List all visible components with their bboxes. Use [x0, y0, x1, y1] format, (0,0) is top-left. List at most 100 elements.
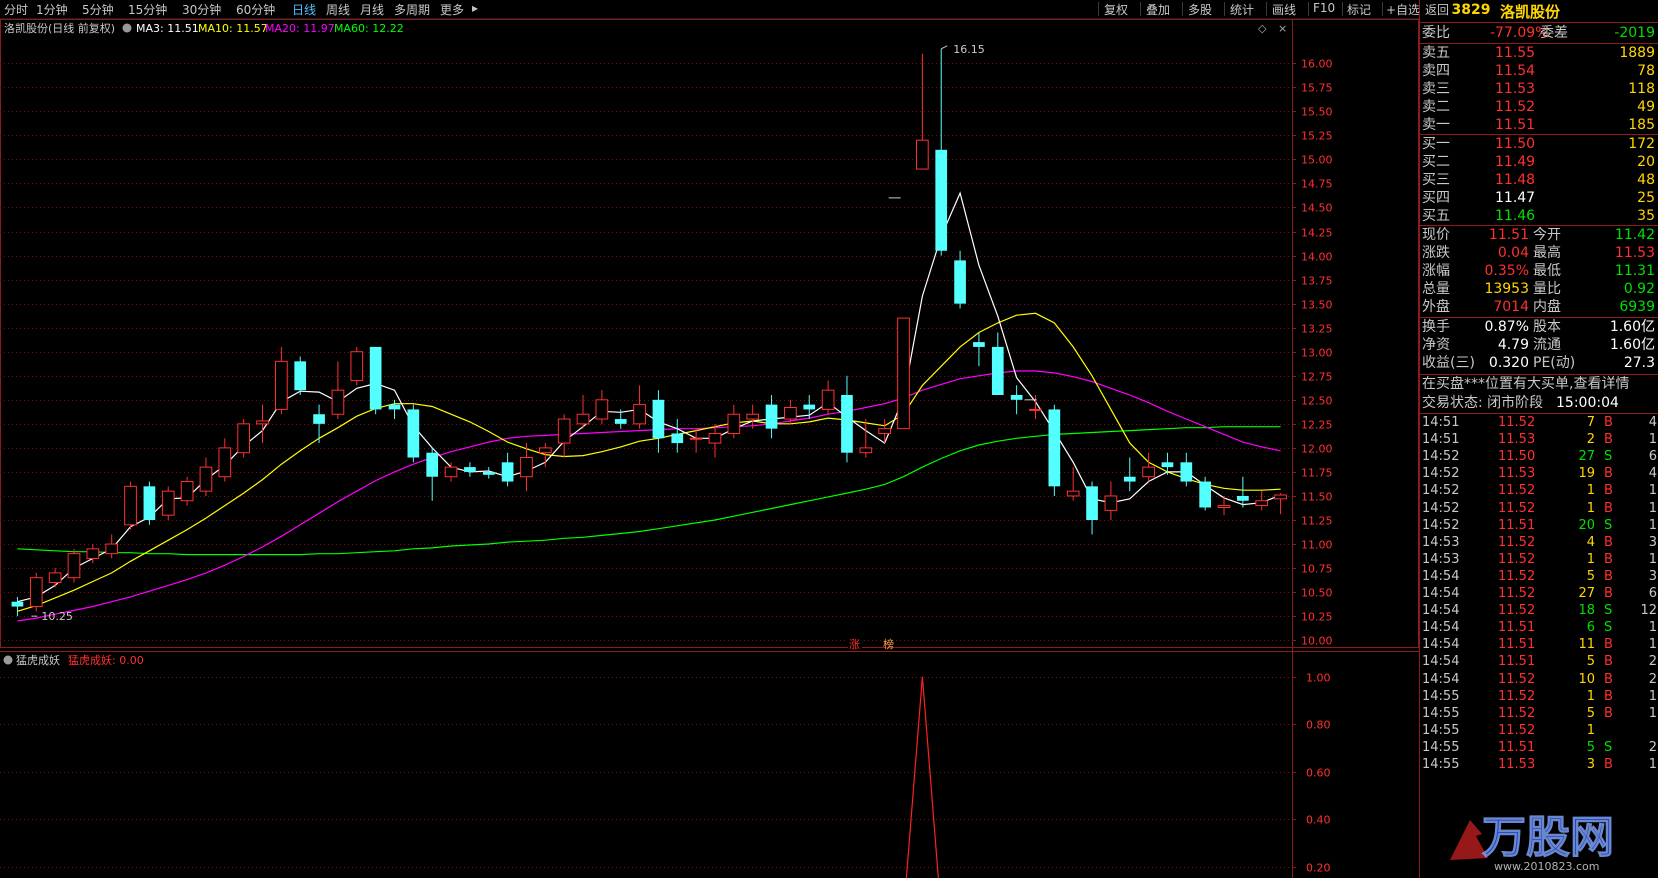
y-tick-label: 11.25	[1301, 515, 1333, 528]
candle-body-up	[1255, 500, 1269, 507]
candle-body-up	[86, 548, 100, 559]
watermark-url: www.2010823.com	[1494, 860, 1599, 873]
mark-button[interactable]: 标记	[1347, 1, 1371, 18]
candle-body-down	[935, 149, 948, 251]
tick-direction: S	[1604, 620, 1613, 636]
level-label: 买二	[1422, 154, 1450, 170]
watermark-text: 万股网	[1482, 812, 1614, 863]
candle-body-up	[350, 351, 364, 382]
period-tab-1min[interactable]: 1分钟	[36, 1, 68, 18]
tick-price: 11.52	[1498, 688, 1536, 704]
tick-row: 14:55 11.52 1	[1420, 722, 1658, 740]
diamond-icon: ◇	[1258, 22, 1267, 35]
candle-body-down	[1010, 395, 1023, 400]
tick-row: 14:52 11.53 19 B 4	[1420, 465, 1658, 483]
stat-value: 6939	[1619, 299, 1655, 315]
stat-value: 13953	[1484, 281, 1529, 297]
candle-body-up	[689, 437, 703, 440]
close-icon: ×	[1278, 22, 1287, 35]
period-tab-30min[interactable]: 30分钟	[182, 1, 221, 18]
y-tick-label: 11.00	[1301, 539, 1333, 552]
level-volume: 185	[1628, 117, 1655, 133]
stat-label: 涨幅	[1422, 263, 1450, 279]
tick-direction: B	[1604, 534, 1613, 550]
candle-body-down	[501, 462, 514, 482]
tick-volume: 3	[1586, 757, 1595, 772]
tick-row: 14:53 11.52 1 B 1	[1420, 551, 1658, 569]
ma3-legend: MA3: 11.51	[136, 22, 199, 35]
period-tab-monthly[interactable]: 月线	[360, 1, 384, 18]
tick-time: 14:54	[1422, 620, 1460, 636]
period-tab-multi[interactable]: 多周期	[394, 1, 430, 18]
level-price: 11.50	[1495, 136, 1536, 152]
tick-volume: 7	[1586, 415, 1595, 430]
big-order-notice[interactable]: 在买盘***位置有大买单,查看详情	[1420, 375, 1658, 394]
multi-stock-button[interactable]: 多股	[1188, 1, 1212, 18]
tick-price: 11.51	[1498, 637, 1536, 653]
tick-row: 14:55 11.52 5 B 1	[1420, 705, 1658, 723]
fund-value: 27.3	[1623, 355, 1655, 371]
period-tab-5min[interactable]: 5分钟	[82, 1, 114, 18]
weicha-label: 委差	[1540, 25, 1568, 41]
period-tab-weekly[interactable]: 周线	[326, 1, 350, 18]
tick-time: 14:55	[1422, 722, 1460, 738]
stat-label: 外盘	[1422, 299, 1450, 315]
candle-body-up	[218, 447, 232, 478]
period-tab-60min[interactable]: 60分钟	[236, 1, 275, 18]
fund-label: 换手	[1422, 319, 1450, 335]
period-tab-daily[interactable]: 日线	[292, 1, 316, 18]
notice-text[interactable]: 在买盘***位置有大买单,查看详情	[1422, 375, 1629, 394]
tick-count: 1	[1648, 517, 1657, 533]
tick-price: 11.51	[1498, 517, 1536, 533]
y-tick-label: 10.00	[1301, 635, 1333, 648]
y-tick-label: 13.50	[1301, 299, 1333, 312]
level-volume: 172	[1628, 136, 1655, 152]
period-tab-more[interactable]: 更多	[440, 1, 464, 18]
add-watchlist-button[interactable]: +自选	[1386, 1, 1420, 18]
tick-direction: B	[1604, 586, 1613, 601]
ma60-legend: MA60: 12.22	[334, 22, 404, 35]
stat-label: 涨跌	[1422, 245, 1450, 261]
period-tab-15min[interactable]: 15分钟	[128, 1, 167, 18]
tick-price: 11.50	[1498, 449, 1536, 465]
tick-price: 11.51	[1498, 739, 1536, 755]
sell-level-row: 卖二 11.52 49	[1420, 98, 1658, 117]
stats-button[interactable]: 统计	[1230, 1, 1254, 18]
tick-price: 11.52	[1498, 551, 1536, 567]
tick-price: 11.53	[1498, 466, 1536, 482]
candle-body-up	[916, 139, 929, 170]
kline-chart[interactable]: 16.00 15.75 15.50 15.25 15.00 14.75 14.50 14.25…	[0, 0, 1419, 878]
draw-line-button[interactable]: 画线	[1272, 1, 1296, 18]
back-button[interactable]: 返回	[1422, 1, 1453, 18]
stat-row: 涨跌 0.04 最高 11.53	[1420, 244, 1658, 263]
tick-volume: 1	[1586, 483, 1595, 499]
more-arrow-icon[interactable]: ▸	[472, 1, 478, 15]
candle-body-down	[313, 414, 325, 424]
tick-direction: B	[1604, 757, 1613, 772]
f10-button[interactable]: F10	[1313, 1, 1335, 15]
tick-direction: B	[1604, 654, 1613, 670]
indicator-line	[905, 676, 939, 878]
tick-direction: B	[1604, 688, 1613, 704]
tick-direction: S	[1604, 517, 1613, 533]
overlay-button[interactable]: 叠加	[1146, 1, 1170, 18]
tick-time: 14:54	[1422, 586, 1460, 601]
fund-value: 0.320	[1488, 355, 1529, 371]
candle-body-down	[1048, 409, 1061, 487]
tick-row: 14:54 11.51 6 S 1	[1420, 619, 1658, 637]
fuquan-button[interactable]: 复权	[1104, 1, 1128, 18]
tick-row: 14:52 11.52 1 B 1	[1420, 500, 1658, 518]
stock-name: 洛凯股份	[1500, 3, 1561, 21]
stat-value: 11.53	[1614, 245, 1655, 261]
stat-value: 11.51	[1488, 227, 1529, 243]
tick-direction: B	[1604, 432, 1613, 448]
period-tab-fenshi[interactable]: 分时	[4, 1, 28, 18]
tick-count: 3	[1648, 534, 1657, 550]
level-volume: 25	[1637, 190, 1655, 206]
buy-level-row: 买二 11.49 20	[1420, 153, 1658, 172]
stat-row: 涨幅 0.35% 最低 11.31	[1420, 262, 1658, 281]
tick-price: 11.52	[1498, 483, 1536, 499]
indicator-name: 猛虎成妖	[16, 653, 60, 667]
level-price: 11.51	[1495, 117, 1536, 133]
tick-row: 14:54 11.52 18 S 12	[1420, 602, 1658, 620]
